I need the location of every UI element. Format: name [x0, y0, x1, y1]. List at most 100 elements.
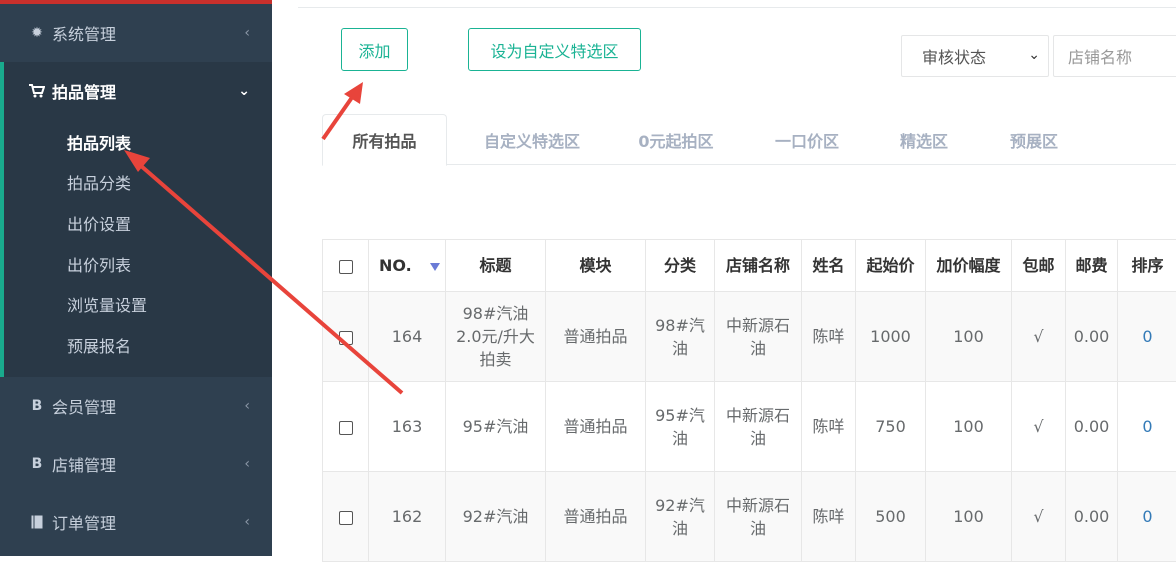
sidebar-subitem-views-settings[interactable]: 浏览量设置 [67, 292, 147, 316]
sidebar: ✹ 系统管理 ‹ 拍品管理 ⌄ 拍品列表 拍品分类 出价设置 出价列表 浏览量设… [0, 0, 272, 556]
cell-title: 92#汽油 [446, 472, 546, 562]
column-header-category: 分类 [646, 240, 715, 292]
cell-free-shipping: √ [1012, 382, 1066, 472]
cell-no: 162 [369, 472, 446, 562]
cell-module: 普通拍品 [546, 382, 646, 472]
sidebar-subitem-preview-signup[interactable]: 预展报名 [67, 333, 131, 357]
sort-desc-icon[interactable] [430, 263, 440, 271]
auction-table: NO. 标题 模块 分类 店铺名称 姓名 起始价 加价幅度 包邮 邮费 排序 1… [322, 239, 1176, 562]
cell-name: 陈咩 [802, 292, 856, 382]
sidebar-item-shops[interactable]: B 店铺管理 ‹ [0, 435, 272, 493]
chevron-down-icon: ⌄ [238, 83, 250, 99]
gear-icon: ✹ [28, 25, 46, 41]
cell-postage: 0.00 [1066, 382, 1118, 472]
sidebar-subitem-bid-settings[interactable]: 出价设置 [67, 211, 131, 235]
cell-shop: 中新源石油 [715, 472, 802, 562]
cell-title: 95#汽油 [446, 382, 546, 472]
table-row: 163 95#汽油 普通拍品 95#汽油 中新源石油 陈咩 750 100 √ … [323, 382, 1176, 472]
cell-free-shipping: √ [1012, 472, 1066, 562]
cell-start-price: 750 [856, 382, 926, 472]
row-checkbox[interactable] [339, 511, 353, 525]
sidebar-item-system[interactable]: ✹ 系统管理 ‹ [0, 4, 272, 62]
cell-module: 普通拍品 [546, 472, 646, 562]
tab-fixed-price[interactable]: 一口价区 [755, 114, 859, 165]
sidebar-item-auction[interactable]: 拍品管理 ⌄ [0, 62, 272, 120]
cell-start-price: 1000 [856, 292, 926, 382]
table-row: 164 98#汽油2.0元/升大拍卖 普通拍品 98#汽油 中新源石油 陈咩 1… [323, 292, 1176, 382]
cell-shop: 中新源石油 [715, 382, 802, 472]
top-divider [298, 0, 1176, 8]
sidebar-group-auction: 拍品管理 ⌄ 拍品列表 拍品分类 出价设置 出价列表 浏览量设置 预展报名 [0, 62, 272, 377]
cell-increment: 100 [926, 472, 1012, 562]
bitcoin-icon: B [28, 398, 46, 414]
column-header-order: 排序 [1118, 240, 1176, 292]
tab-featured[interactable]: 精选区 [879, 114, 969, 165]
cell-order[interactable]: 0 [1118, 382, 1176, 472]
cell-order[interactable]: 0 [1118, 292, 1176, 382]
sidebar-item-label: 订单管理 [52, 510, 116, 534]
shop-name-input[interactable]: 店铺名称 [1053, 35, 1176, 77]
chevron-left-icon: ‹ [244, 25, 250, 41]
select-all-checkbox[interactable] [339, 260, 353, 274]
column-header-postage: 邮费 [1066, 240, 1118, 292]
cell-category: 95#汽油 [646, 382, 715, 472]
sidebar-subitem-auction-list[interactable]: 拍品列表 [67, 130, 131, 154]
cell-category: 92#汽油 [646, 472, 715, 562]
cell-start-price: 500 [856, 472, 926, 562]
cart-icon [28, 84, 46, 98]
cell-no: 163 [369, 382, 446, 472]
cell-postage: 0.00 [1066, 472, 1118, 562]
bitcoin-icon: B [28, 456, 46, 472]
row-checkbox-cell [323, 382, 369, 472]
column-header-shop: 店铺名称 [715, 240, 802, 292]
select-all-cell [323, 240, 369, 292]
cell-module: 普通拍品 [546, 292, 646, 382]
column-header-increment: 加价幅度 [926, 240, 1012, 292]
sidebar-item-orders[interactable]: 订单管理 ‹ [0, 493, 272, 551]
cell-category: 98#汽油 [646, 292, 715, 382]
sidebar-subitem-auction-category[interactable]: 拍品分类 [67, 170, 131, 194]
column-header-module: 模块 [546, 240, 646, 292]
tab-all-items[interactable]: 所有拍品 [322, 114, 447, 166]
cell-increment: 100 [926, 292, 1012, 382]
row-checkbox-cell [323, 292, 369, 382]
add-button[interactable]: 添加 [341, 28, 408, 71]
row-checkbox[interactable] [339, 421, 353, 435]
column-header-start-price: 起始价 [856, 240, 926, 292]
cell-increment: 100 [926, 382, 1012, 472]
column-header-name: 姓名 [802, 240, 856, 292]
column-header-title: 标题 [446, 240, 546, 292]
review-status-select[interactable]: 审核状态 ⌄ [901, 35, 1049, 77]
chevron-left-icon: ‹ [244, 398, 250, 414]
tab-bar: 所有拍品 自定义特选区 0元起拍区 一口价区 精选区 预展区 [322, 114, 1176, 165]
row-checkbox-cell [323, 472, 369, 562]
tab-custom-zone[interactable]: 自定义特选区 [467, 114, 597, 165]
row-checkbox[interactable] [339, 331, 353, 345]
column-header-free-shipping: 包邮 [1012, 240, 1066, 292]
tab-zero-start[interactable]: 0元起拍区 [617, 114, 735, 165]
table-header-row: NO. 标题 模块 分类 店铺名称 姓名 起始价 加价幅度 包邮 邮费 排序 [323, 240, 1176, 292]
sidebar-item-label: 系统管理 [52, 21, 116, 45]
chevron-down-icon: ⌄ [1028, 47, 1040, 63]
sidebar-item-label: 拍品管理 [52, 79, 116, 103]
auction-table-wrap: NO. 标题 模块 分类 店铺名称 姓名 起始价 加价幅度 包邮 邮费 排序 1… [322, 239, 1176, 569]
cell-no: 164 [369, 292, 446, 382]
chevron-left-icon: ‹ [244, 514, 250, 530]
tab-preview[interactable]: 预展区 [989, 114, 1079, 165]
cell-order[interactable]: 0 [1118, 472, 1176, 562]
column-header-no[interactable]: NO. [369, 240, 446, 292]
sidebar-subitem-bid-list[interactable]: 出价列表 [67, 252, 131, 276]
cell-free-shipping: √ [1012, 292, 1066, 382]
cell-title: 98#汽油2.0元/升大拍卖 [446, 292, 546, 382]
sidebar-item-label: 店铺管理 [52, 452, 116, 476]
review-status-value: 审核状态 [922, 44, 986, 68]
chevron-left-icon: ‹ [244, 456, 250, 472]
cell-name: 陈咩 [802, 382, 856, 472]
cell-name: 陈咩 [802, 472, 856, 562]
sidebar-item-label: 会员管理 [52, 394, 116, 418]
book-icon [28, 515, 46, 529]
sidebar-item-members[interactable]: B 会员管理 ‹ [0, 377, 272, 435]
set-custom-zone-button[interactable]: 设为自定义特选区 [468, 28, 641, 71]
table-row: 162 92#汽油 普通拍品 92#汽油 中新源石油 陈咩 500 100 √ … [323, 472, 1176, 562]
cell-shop: 中新源石油 [715, 292, 802, 382]
